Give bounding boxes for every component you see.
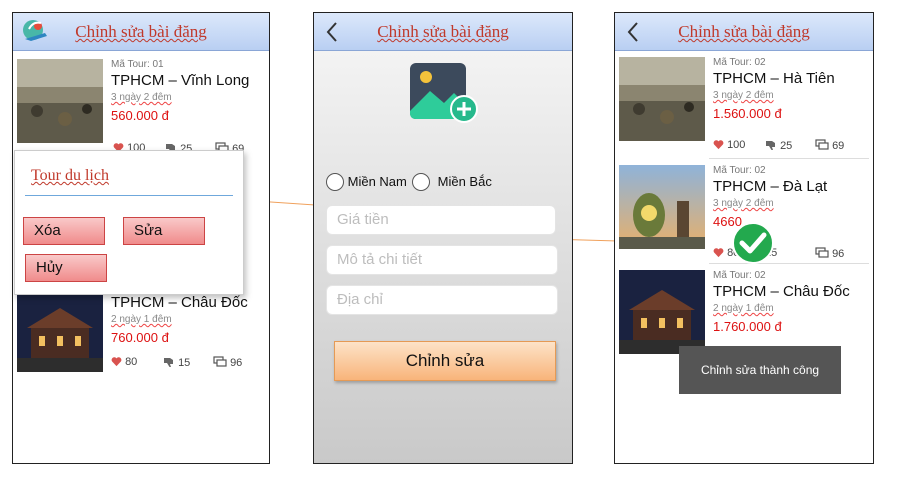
- delete-button[interactable]: Xóa: [23, 217, 105, 245]
- dislike-count[interactable]: 15: [163, 356, 190, 369]
- tour-price: 1.760.000 đ: [713, 319, 782, 334]
- comment-count[interactable]: 96: [213, 356, 242, 369]
- tour-code: Mã Tour: 01: [111, 59, 164, 70]
- tour-price: 560.000 đ: [111, 108, 169, 123]
- dialog-divider: [25, 195, 233, 196]
- tour-code: Mã Tour: 02: [713, 57, 766, 68]
- app-header: Chỉnh sửa bài đăng: [314, 13, 572, 51]
- heart-icon: [111, 356, 122, 367]
- comment-icon: [213, 356, 227, 368]
- check-circle-icon: [732, 222, 774, 264]
- tour-thumbnail: [17, 288, 103, 372]
- radio-circle[interactable]: [326, 173, 344, 191]
- cancel-button[interactable]: Hủy: [25, 254, 107, 282]
- dialog-title: Tour du lịch: [31, 167, 109, 184]
- tour-route: TPHCM – Châu Đốc: [111, 294, 248, 311]
- thumbs-down-icon: [765, 139, 777, 151]
- app-header: Chỉnh sửa bài đăng: [615, 13, 873, 51]
- price-field[interactable]: Giá tiền: [326, 205, 556, 235]
- tour-duration: 3 ngày 2 đêm: [713, 198, 774, 209]
- like-count[interactable]: 80: [111, 356, 137, 368]
- tour-thumbnail: [619, 57, 705, 141]
- tour-route: TPHCM – Hà Tiên: [713, 70, 835, 87]
- comment-icon: [815, 247, 829, 259]
- back-arrow-icon[interactable]: [324, 21, 340, 43]
- back-arrow-icon[interactable]: [625, 21, 641, 43]
- tour-thumbnail: [619, 165, 705, 249]
- address-field[interactable]: Địa chỉ: [326, 285, 558, 315]
- tour-thumbnail: [619, 270, 705, 354]
- success-toast: Chỉnh sửa thành công: [679, 346, 841, 394]
- radio-circle[interactable]: [412, 173, 430, 191]
- tour-duration: 2 ngày 1 đêm: [713, 303, 774, 314]
- add-image-icon[interactable]: [408, 61, 480, 127]
- page-title: Chỉnh sửa bài đăng: [377, 22, 509, 41]
- tour-thumbnail: [17, 59, 103, 143]
- tour-price: 1.560.000 đ: [713, 106, 782, 121]
- tour-price: 760.000 đ: [111, 330, 169, 345]
- tour-route: TPHCM – Vĩnh Long: [111, 72, 250, 89]
- tour-route: TPHCM – Đà Lạt: [713, 178, 828, 195]
- page-title: Chỉnh sửa bài đăng: [678, 22, 810, 41]
- submit-edit-button[interactable]: Chỉnh sửa: [334, 341, 556, 381]
- radio-north[interactable]: Miền Bắc: [412, 173, 492, 191]
- dislike-count[interactable]: 25: [765, 139, 792, 152]
- heart-icon: [713, 139, 724, 150]
- tour-duration: 3 ngày 2 đêm: [111, 92, 172, 103]
- tour-options-dialog: Tour du lịch Xóa Sửa Hủy: [14, 150, 244, 295]
- app-header: Chỉnh sửa bài đăng: [13, 13, 269, 51]
- travel-globe-plane-icon: [23, 20, 47, 41]
- comment-icon: [815, 139, 829, 151]
- screen-updated-list: Chỉnh sửa bài đăng Mã Tour: 02 TPHCM – H…: [614, 12, 874, 464]
- like-count[interactable]: 100: [713, 139, 745, 151]
- comment-count[interactable]: 69: [815, 139, 844, 152]
- list-item[interactable]: Mã Tour: 02 TPHCM – Hà Tiên 3 ngày 2 đêm…: [619, 57, 859, 161]
- divider: [709, 158, 869, 159]
- screen-edit-form: Chỉnh sửa bài đăng Miền Nam Miền Bắc Giá…: [313, 12, 573, 464]
- tour-route: TPHCM – Châu Đốc: [713, 283, 850, 300]
- heart-icon: [713, 247, 724, 258]
- edit-button[interactable]: Sửa: [123, 217, 205, 245]
- tour-duration: 2 ngày 1 đêm: [111, 314, 172, 325]
- description-field[interactable]: Mô tả chi tiết: [326, 245, 558, 275]
- thumbs-down-icon: [163, 356, 175, 368]
- tour-code: Mã Tour: 02: [713, 165, 766, 176]
- page-title: Chỉnh sửa bài đăng: [75, 22, 207, 41]
- tour-duration: 3 ngày 2 đêm: [713, 90, 774, 101]
- comment-count[interactable]: 96: [815, 247, 844, 260]
- radio-south[interactable]: Miền Nam: [326, 173, 407, 191]
- tour-code: Mã Tour: 02: [713, 270, 766, 281]
- list-item[interactable]: TPHCM – Châu Đốc 2 ngày 1 đêm 760.000 đ …: [17, 288, 257, 392]
